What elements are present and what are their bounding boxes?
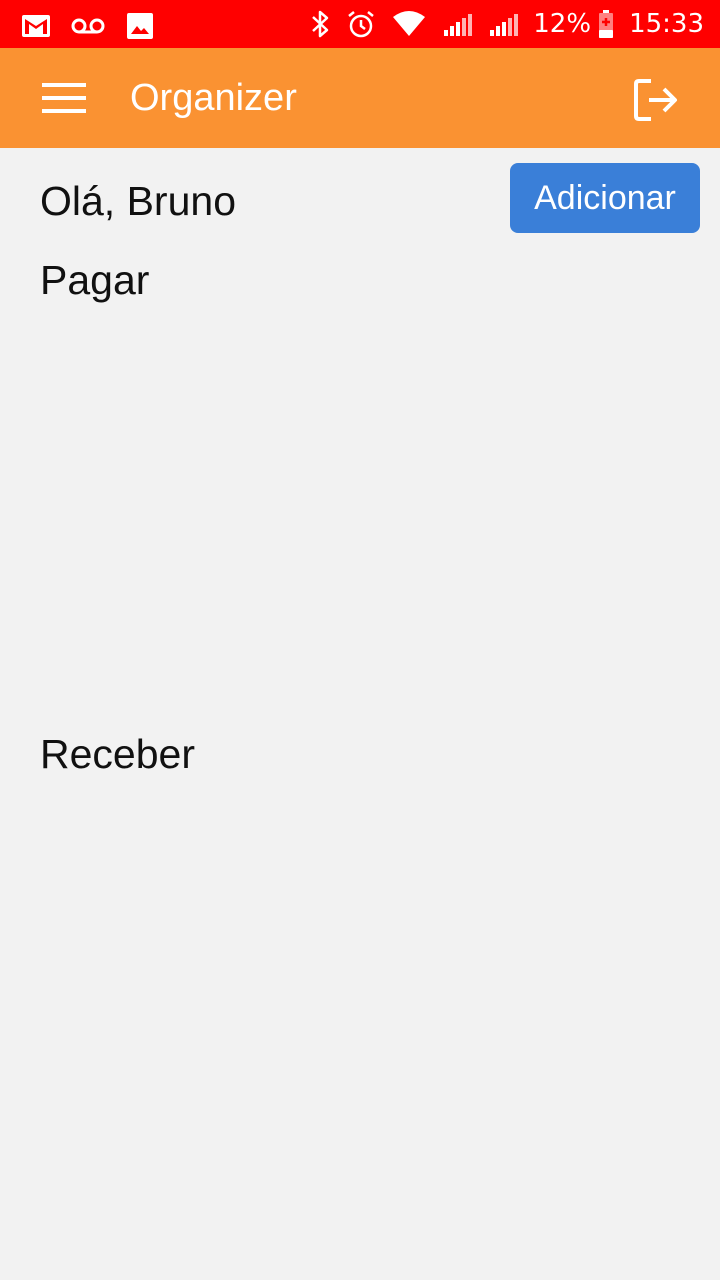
section-title-receber: Receber — [40, 731, 195, 777]
logout-button[interactable] — [628, 72, 684, 128]
status-bar: 12% 15:33 — [0, 0, 720, 48]
alarm-icon — [348, 11, 375, 38]
logout-icon — [634, 79, 677, 121]
app-bar: Organizer — [0, 48, 720, 148]
signal-icon — [444, 14, 473, 36]
clock: 15:33 — [629, 9, 704, 39]
section-title-pagar: Pagar — [40, 257, 150, 303]
notification-icons — [20, 10, 156, 42]
battery-percent: 12% — [533, 9, 592, 39]
wifi-icon — [393, 11, 426, 36]
system-icons: 12% 15:33 — [309, 6, 704, 42]
signal-icon — [490, 14, 519, 36]
menu-icon — [42, 83, 86, 113]
app-title: Organizer — [130, 77, 297, 119]
greeting-text: Olá, Bruno — [40, 178, 236, 224]
image-icon — [127, 13, 153, 39]
voicemail-icon — [71, 18, 105, 34]
add-button[interactable]: Adicionar — [510, 163, 700, 233]
battery-charging-icon — [599, 10, 614, 38]
menu-button[interactable] — [36, 76, 92, 120]
gmail-icon — [22, 15, 50, 37]
bluetooth-icon — [312, 10, 329, 38]
